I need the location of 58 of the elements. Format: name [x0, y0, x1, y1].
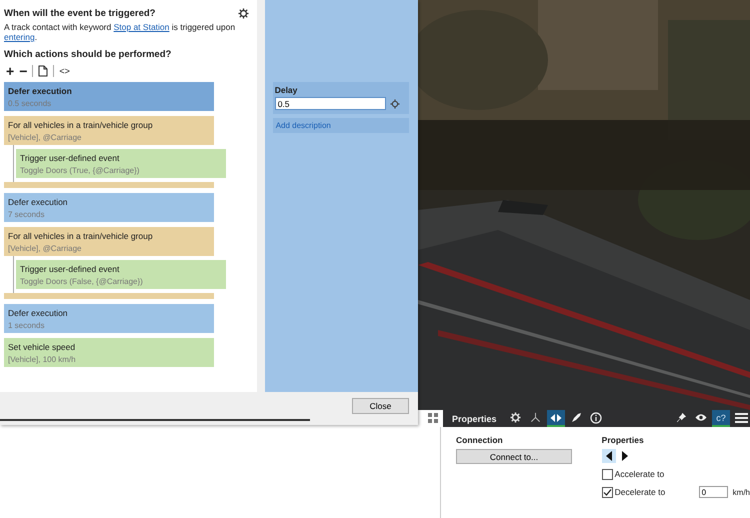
action-block[interactable]: Defer execution 7 seconds	[4, 193, 214, 222]
action-detail: 7 seconds	[8, 210, 46, 218]
code-button[interactable]: <>	[59, 65, 70, 77]
action-block[interactable]: For all vehicles in a train/vehicle group [Vehicle], @Carriage	[4, 227, 214, 256]
option-label: Accelerate to	[614, 469, 666, 479]
keyword-link[interactable]: Stop at Station	[114, 22, 170, 32]
right-arrow-icon	[622, 451, 628, 461]
checkbox[interactable]	[602, 486, 613, 498]
action-block[interactable]: Defer execution 1 seconds	[4, 304, 214, 333]
left-right-arrows-icon	[550, 412, 562, 422]
action-title: Defer execution	[8, 196, 69, 206]
section-heading: When will the event be triggered?	[4, 8, 156, 19]
action-detail: Toggle Doors (False, {@Carriage})	[20, 276, 144, 286]
panel-tab[interactable]	[546, 410, 565, 427]
help-button[interactable]: c?	[712, 410, 730, 427]
action-title: Set vehicle speed	[8, 342, 76, 352]
add-button[interactable]: +	[6, 65, 14, 77]
section-heading: Which actions should be performed?	[4, 49, 172, 60]
action-title: For all vehicles in a train/vehicle group	[8, 120, 154, 130]
copy-icon[interactable]	[38, 65, 48, 77]
checkbox[interactable]	[602, 468, 613, 480]
nodes-icon	[530, 412, 542, 423]
eye-icon	[695, 413, 707, 422]
unit-label: km/h	[732, 488, 750, 496]
direction-button[interactable]	[602, 449, 616, 463]
action-detail: 1 seconds	[8, 320, 46, 330]
trigger-description: A track contact with keyword Stop at Station is triggered upon entering.	[4, 22, 236, 42]
option-label: Decelerate to	[614, 487, 666, 497]
action-detail: [Vehicle], 100 km/h	[8, 354, 77, 364]
action-block[interactable]: Set vehicle speed [Vehicle], 100 km/h	[4, 338, 214, 367]
action-title: Trigger user-defined event	[20, 264, 120, 274]
action-title: Trigger user-defined event	[20, 152, 120, 162]
mode-link[interactable]: entering	[4, 32, 35, 42]
connect-button[interactable]: Connect to...	[456, 449, 572, 464]
pin-icon	[676, 412, 686, 423]
section-heading: Properties	[602, 435, 645, 445]
action-title: Defer execution	[8, 308, 69, 318]
speed-field[interactable]: 0	[698, 486, 728, 498]
action-block[interactable]: For all vehicles in a train/vehicle group [Vehicle], @Carriage	[4, 116, 214, 145]
panel-title: Properties	[452, 414, 497, 424]
section-heading: Connection	[456, 435, 504, 445]
remove-button[interactable]: −	[19, 65, 28, 77]
action-title: Defer execution	[8, 86, 73, 96]
info-icon	[590, 412, 602, 424]
action-title: For all vehicles in a train/vehicle group	[8, 230, 154, 240]
action-block[interactable]: Trigger user-defined event Toggle Doors (True, {@Carriage})	[16, 149, 226, 178]
action-block[interactable]: Trigger user-defined event Toggle Doors (False, {@Carriage})	[16, 260, 226, 289]
action-detail: Toggle Doors (True, {@Carriage})	[20, 166, 140, 174]
action-block[interactable]: Defer execution 0.5 seconds	[4, 82, 214, 111]
left-arrow-icon	[606, 451, 612, 461]
action-detail: [Vehicle], @Carriage	[8, 132, 82, 142]
close-button[interactable]: Close	[352, 398, 409, 414]
action-detail: [Vehicle], @Carriage	[8, 244, 82, 252]
field-label: Delay	[274, 85, 298, 95]
delay-field[interactable]: 0.5	[274, 97, 386, 110]
menu-icon	[734, 412, 748, 424]
action-detail: 0.5 seconds	[8, 98, 52, 108]
grid-icon[interactable]	[428, 413, 439, 424]
